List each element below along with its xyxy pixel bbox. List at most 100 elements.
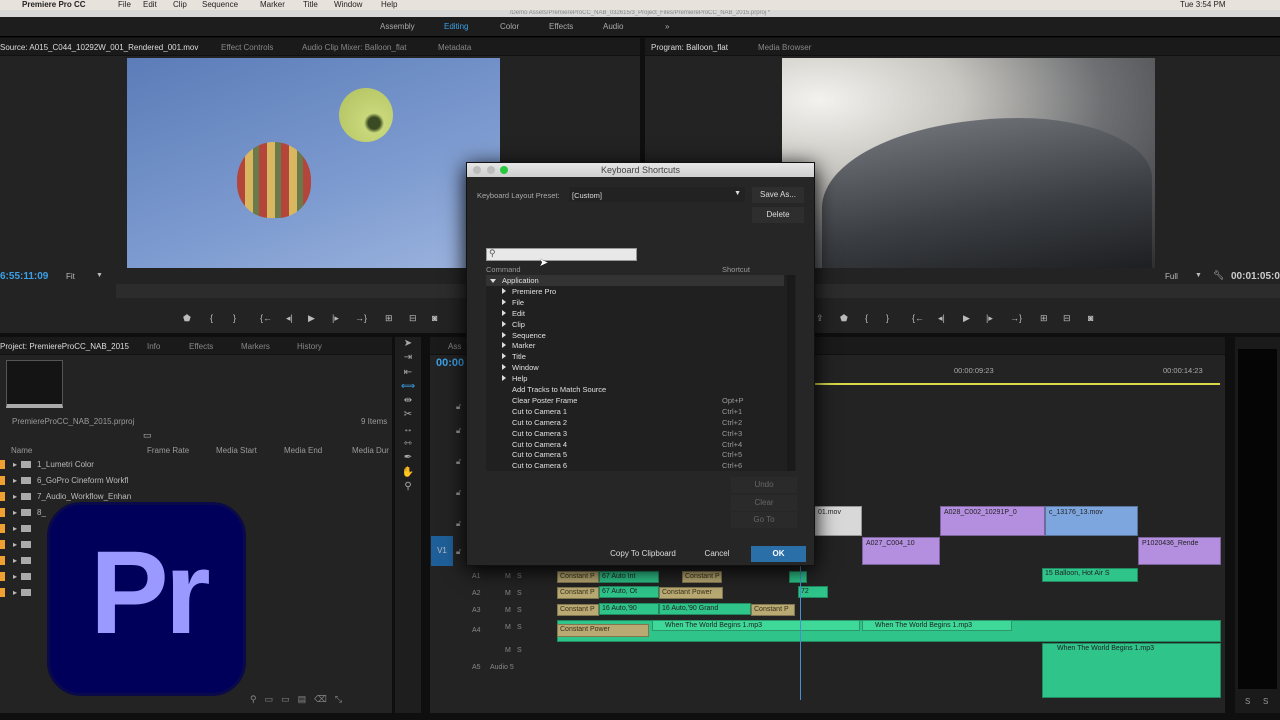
menu-help[interactable]: Help xyxy=(381,0,397,10)
command-row[interactable]: Cut to Camera 2 Ctrl+2 xyxy=(486,417,784,428)
solo-button[interactable]: S xyxy=(517,624,522,631)
mark-out-icon[interactable]: } xyxy=(886,313,889,323)
go-to-in-icon[interactable]: {← xyxy=(260,313,272,323)
selection-tool-icon[interactable]: ➤ xyxy=(395,337,421,351)
command-row[interactable]: Clear Poster Frame Opt+P xyxy=(486,395,784,406)
cancel-button[interactable]: Cancel xyxy=(691,546,743,562)
audio-transition[interactable]: Constant P xyxy=(557,571,599,583)
lock-icon[interactable]: 🔓︎ xyxy=(456,547,461,557)
extract-icon[interactable]: ⊟ xyxy=(1063,313,1071,324)
ripple-edit-tool-icon[interactable]: ⇤ xyxy=(395,366,421,380)
go-to-button[interactable]: Go To xyxy=(731,512,797,528)
menu-title[interactable]: Title xyxy=(303,0,318,10)
video-clip[interactable]: A028_C002_10291P_0 xyxy=(940,506,1045,536)
lift-icon[interactable]: ⇪ xyxy=(816,313,824,324)
lock-icon[interactable]: 🔓︎ xyxy=(456,402,461,412)
bin-item[interactable]: ▸ xyxy=(0,572,37,588)
video-clip[interactable]: A027_C004_10 xyxy=(862,537,940,565)
audio-transition[interactable]: Constant P xyxy=(751,604,795,616)
command-row[interactable]: Application xyxy=(486,275,784,286)
menu-window[interactable]: Window xyxy=(334,0,362,10)
source-zoom-select[interactable]: Fit xyxy=(66,272,75,281)
audio-clip[interactable]: When The World Begins 1.mp3 xyxy=(652,620,860,631)
bin-item[interactable]: ▸ 1_Lumetri Color xyxy=(0,460,94,476)
disclosure-closed-icon[interactable] xyxy=(502,287,506,294)
shortcut-value[interactable]: Ctrl+1 xyxy=(722,406,742,417)
disclosure-closed-icon[interactable] xyxy=(502,364,506,371)
lock-icon[interactable]: 🔓︎ xyxy=(456,426,461,436)
source-timecode[interactable]: 6:55:11:09 xyxy=(0,271,48,282)
tab-history[interactable]: History xyxy=(297,342,322,351)
track-select-tool-icon[interactable]: ⇥ xyxy=(395,351,421,365)
play-icon[interactable]: ▶ xyxy=(308,313,315,324)
step-back-icon[interactable]: ◂| xyxy=(938,313,945,324)
tab-effect-controls[interactable]: Effect Controls xyxy=(221,43,273,52)
shortcut-value[interactable]: Ctrl+4 xyxy=(722,439,742,450)
close-button[interactable] xyxy=(473,166,481,174)
menu-app[interactable]: Premiere Pro CC xyxy=(22,0,86,10)
tab-audio-clip-mixer[interactable]: Audio Clip Mixer: Balloon_flat xyxy=(302,43,407,52)
column-media-end[interactable]: Media End xyxy=(284,446,322,455)
solo-button[interactable]: S xyxy=(517,573,522,580)
column-shortcut[interactable]: Shortcut xyxy=(722,265,750,274)
go-to-in-icon[interactable]: {← xyxy=(912,313,924,323)
disclosure-closed-icon[interactable] xyxy=(502,298,506,305)
marker-icon[interactable]: ⬟ xyxy=(183,313,191,324)
audio-clip[interactable]: 67 Auto Int xyxy=(599,571,659,583)
workspace-assembly[interactable]: Assembly xyxy=(380,22,415,31)
shortcut-value[interactable]: Opt+P xyxy=(722,395,743,406)
menu-file[interactable]: File xyxy=(118,0,131,10)
chevron-down-icon[interactable]: ▼ xyxy=(96,272,103,279)
tab-media-browser[interactable]: Media Browser xyxy=(758,43,811,52)
audio-transition[interactable]: Constant Power xyxy=(557,624,649,637)
column-media-duration[interactable]: Media Dur xyxy=(352,446,389,455)
bin-item[interactable]: ▸ 8_ xyxy=(0,508,46,524)
audio-clip[interactable]: 72 xyxy=(798,586,828,598)
lock-icon[interactable]: 🔓︎ xyxy=(456,488,461,498)
command-row[interactable]: Window xyxy=(486,362,784,373)
bin-item[interactable]: ▸ xyxy=(0,556,37,572)
mark-in-icon[interactable]: { xyxy=(210,313,213,323)
audio-transition[interactable]: Constant Power xyxy=(659,587,723,599)
pen-tool-icon[interactable]: ✒ xyxy=(395,451,421,465)
step-forward-icon[interactable]: |▸ xyxy=(986,313,993,324)
slip-tool-icon[interactable]: ↔ xyxy=(395,423,421,437)
bin-item[interactable]: ▸ xyxy=(0,588,37,604)
go-to-out-icon[interactable]: →} xyxy=(1010,313,1022,323)
mark-out-icon[interactable]: } xyxy=(233,313,236,323)
rate-stretch-tool-icon[interactable]: ⇹ xyxy=(395,394,421,408)
lock-icon[interactable]: 🔓︎ xyxy=(456,457,461,467)
solo-button[interactable]: S xyxy=(1245,697,1250,706)
menu-sequence[interactable]: Sequence xyxy=(202,0,238,10)
minimize-button[interactable] xyxy=(487,166,495,174)
audio-clip[interactable] xyxy=(789,571,807,583)
tab-sequence[interactable]: Ass xyxy=(448,342,461,351)
column-command[interactable]: Command xyxy=(486,265,521,274)
audio-clip[interactable]: 67 Auto, Ot xyxy=(599,586,659,598)
shortcut-value[interactable]: Ctrl+3 xyxy=(722,428,742,439)
solo-button[interactable]: S xyxy=(517,607,522,614)
disclosure-open-icon[interactable] xyxy=(490,279,496,283)
solo-button[interactable]: S xyxy=(517,647,522,654)
tab-markers[interactable]: Markers xyxy=(241,342,270,351)
work-area-bar[interactable] xyxy=(815,383,1220,385)
mute-button[interactable]: M xyxy=(505,624,511,631)
column-name[interactable]: Name xyxy=(11,446,32,455)
chevron-down-icon[interactable]: ▼ xyxy=(1195,272,1202,279)
command-row[interactable]: Cut to Camera 1 Ctrl+1 xyxy=(486,406,784,417)
project-footer-icons[interactable]: ⚲▭▭▤⌫⤡ xyxy=(250,694,350,705)
tab-source[interactable]: Source: A015_C044_10292W_001_Rendered_00… xyxy=(0,43,198,52)
marker-icon[interactable]: ⬟ xyxy=(840,313,848,324)
command-row[interactable]: Cut to Camera 3 Ctrl+3 xyxy=(486,428,784,439)
disclosure-closed-icon[interactable] xyxy=(502,320,506,327)
mute-button[interactable]: M xyxy=(505,647,511,654)
audio-clip[interactable]: 16 Auto,'90 Grand xyxy=(659,603,751,615)
command-row[interactable]: Premiere Pro xyxy=(486,286,784,297)
menu-marker[interactable]: Marker xyxy=(260,0,285,10)
command-row[interactable]: Help xyxy=(486,373,784,384)
mute-button[interactable]: M xyxy=(505,590,511,597)
tab-metadata[interactable]: Metadata xyxy=(438,43,471,52)
audio-clip[interactable]: When The World Begins 1.mp3 xyxy=(862,620,1012,631)
audio-clip[interactable]: 15 Balloon, Hot Air S xyxy=(1042,568,1138,582)
video-clip[interactable]: c_13176_13.mov xyxy=(1045,506,1138,536)
